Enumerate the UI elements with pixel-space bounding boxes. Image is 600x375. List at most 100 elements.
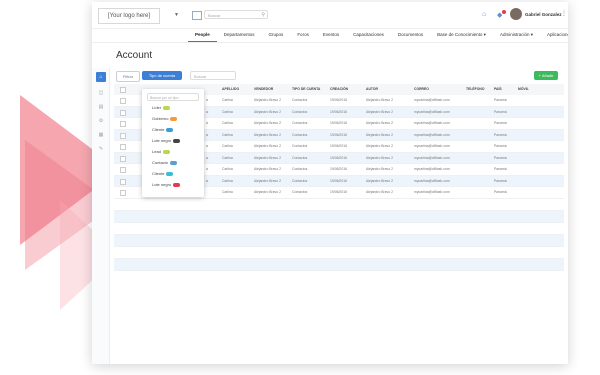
cell-tipo: Contactos xyxy=(292,190,308,194)
cell-autor: Alejandro Bravo 2 xyxy=(366,132,393,137)
type-badge xyxy=(166,127,174,132)
cell-tipo: Contactos xyxy=(292,98,308,102)
row-checkbox[interactable] xyxy=(120,190,126,196)
cell-vendedor: Alejandro Bravo 2 xyxy=(254,190,281,194)
global-search-input[interactable]: Buscar ⚲ xyxy=(204,10,268,19)
cell-vendedor: Alejandro Bravo 2 xyxy=(254,98,281,102)
cell-autor: Alejandro Bravo 2 xyxy=(366,190,393,194)
dropdown-item-label: Cliente xyxy=(152,127,165,132)
column-header[interactable]: PAÍS xyxy=(494,84,502,95)
tab-foros[interactable]: Foros xyxy=(290,28,316,42)
settings-icon[interactable]: ⚙ xyxy=(96,116,106,126)
account-type-button[interactable]: Tipo de cuenta xyxy=(142,71,182,80)
cell-tipo: Contactos xyxy=(292,109,308,114)
column-header[interactable]: MÓVIL xyxy=(518,84,529,95)
row-checkbox[interactable] xyxy=(120,155,126,162)
cell-correo[interactable]: mycarlina@cliflash.com xyxy=(414,107,450,117)
tab-departamentos[interactable]: Departamentos xyxy=(217,28,262,42)
select-all-checkbox[interactable] xyxy=(120,87,126,93)
cell-pais: Panamá xyxy=(494,121,507,125)
account-type-label: Tipo de cuenta xyxy=(148,73,176,78)
home-icon[interactable]: ⌂ xyxy=(96,72,106,82)
tab-administracion[interactable]: Administración ▾ xyxy=(493,28,540,42)
column-header[interactable]: CREACIÓN xyxy=(330,84,348,95)
cell-correo[interactable]: mycarlina@cliflash.com xyxy=(414,164,450,174)
dropdown-item[interactable]: Lead xyxy=(152,148,170,156)
search-icon: ⚲ xyxy=(261,12,265,18)
cell-pais: Panamá xyxy=(494,144,507,148)
cell-correo[interactable]: mycarlina@cliflash.com xyxy=(414,141,450,151)
filter-button[interactable]: Filtrar xyxy=(116,71,140,82)
home-icon[interactable]: ⌂ xyxy=(482,11,486,18)
cell-correo[interactable]: mycarlina@cliflash.com xyxy=(414,95,450,105)
tab-grupos[interactable]: Grupos xyxy=(262,28,291,42)
tab-eventos[interactable]: Eventos xyxy=(316,28,346,42)
column-header[interactable]: TIPO DE CUENTA xyxy=(292,84,320,95)
avatar[interactable] xyxy=(510,8,522,20)
user-name[interactable]: Gabriel Gonzalez xyxy=(525,12,562,17)
table-search-input[interactable]: Buscar xyxy=(190,71,236,80)
cell-fecha: 19/06/2016 xyxy=(330,132,347,137)
cell-apellido: Carlina xyxy=(222,98,233,102)
tab-capacitaciones[interactable]: Capacitaciones xyxy=(346,28,391,42)
empty-row xyxy=(114,210,564,223)
row-checkbox[interactable] xyxy=(120,167,126,173)
table-search-placeholder: Buscar xyxy=(194,74,207,79)
tab-documentos[interactable]: Documentos xyxy=(391,28,430,42)
cell-fecha: 19/06/2016 xyxy=(330,190,347,194)
cell-tipo: Contactos xyxy=(292,132,308,137)
add-button[interactable]: + Añadir xyxy=(534,71,558,80)
dropdown-item[interactable]: Gobierno xyxy=(152,115,178,123)
tab-aplicaciones-externas[interactable]: Aplicaciones Externas ▾ xyxy=(540,28,568,42)
filter-label: Filtrar xyxy=(122,74,134,79)
empty-row xyxy=(114,258,564,271)
main-nav: People Departamentos Grupos Foros Evento… xyxy=(188,28,568,42)
cell-correo[interactable]: mycarlina@cliflash.com xyxy=(414,176,450,186)
column-header[interactable]: AUTOR xyxy=(366,84,378,95)
column-header[interactable]: VENDEDOR xyxy=(254,84,273,95)
dropdown-item[interactable]: Líder xyxy=(152,104,171,112)
dropdown-item-label: Lote negro xyxy=(152,138,172,143)
app-grid-icon[interactable] xyxy=(192,11,202,20)
cell-apellido: Carlina xyxy=(222,178,233,183)
column-header[interactable]: TELÉFONO xyxy=(466,84,484,95)
cell-tipo: Contactos xyxy=(292,155,308,160)
row-checkbox[interactable] xyxy=(120,144,126,150)
page-title: Account xyxy=(116,50,153,61)
chevron-down-icon[interactable]: ▼ xyxy=(174,12,179,18)
empty-row xyxy=(114,199,564,211)
app-window: [Your logo here] ▼ Buscar ⚲ ⌂ ◆ Gabriel … xyxy=(92,2,568,364)
column-header[interactable]: APELLIDO xyxy=(222,84,239,95)
cell-correo[interactable]: mycarlina@cliflash.com xyxy=(414,118,450,128)
cell-apellido: Carlina xyxy=(222,132,233,137)
chart-icon[interactable]: ▤ xyxy=(96,102,106,112)
dropdown-item[interactable]: Cliente xyxy=(152,170,174,178)
cell-correo[interactable]: mycarlina@cliflash.com xyxy=(414,153,450,163)
cell-correo[interactable]: mycarlina@cliflash.com xyxy=(414,130,450,140)
cell-fecha: 19/06/2016 xyxy=(330,155,347,160)
calendar-icon[interactable]: ▦ xyxy=(96,130,106,140)
tab-people[interactable]: People xyxy=(188,28,217,42)
type-badge xyxy=(173,138,181,143)
row-checkbox[interactable] xyxy=(120,121,126,127)
column-header[interactable]: CORREO xyxy=(414,84,429,95)
cell-tipo: Contactos xyxy=(292,178,308,183)
cell-apellido: Carlina xyxy=(222,144,233,148)
row-checkbox[interactable] xyxy=(120,178,126,185)
tab-base-conocimiento[interactable]: Base de Conocimiento ▾ xyxy=(430,28,493,42)
more-options-icon[interactable]: ⋮ xyxy=(561,10,567,17)
divider xyxy=(92,42,568,43)
row-checkbox[interactable] xyxy=(120,132,126,139)
dropdown-search-input[interactable]: Buscar por un tipo xyxy=(147,93,199,101)
cell-correo[interactable]: mycarlina@cliflash.com xyxy=(414,187,450,197)
cell-vendedor: Alejandro Bravo 2 xyxy=(254,178,281,183)
row-checkbox[interactable] xyxy=(120,98,126,104)
row-checkbox[interactable] xyxy=(120,109,126,116)
dropdown-item[interactable]: Contacto xyxy=(152,159,178,167)
pencil-icon[interactable]: ✎ xyxy=(96,144,106,154)
dropdown-item[interactable]: Lote negro xyxy=(152,137,181,145)
dropdown-item[interactable]: Cliente xyxy=(152,126,174,134)
building-icon[interactable]: ◫ xyxy=(96,88,106,98)
account-type-dropdown: Buscar por un tipo Líder Gobierno Client… xyxy=(142,89,204,197)
dropdown-item[interactable]: Lote negro xyxy=(152,181,181,189)
